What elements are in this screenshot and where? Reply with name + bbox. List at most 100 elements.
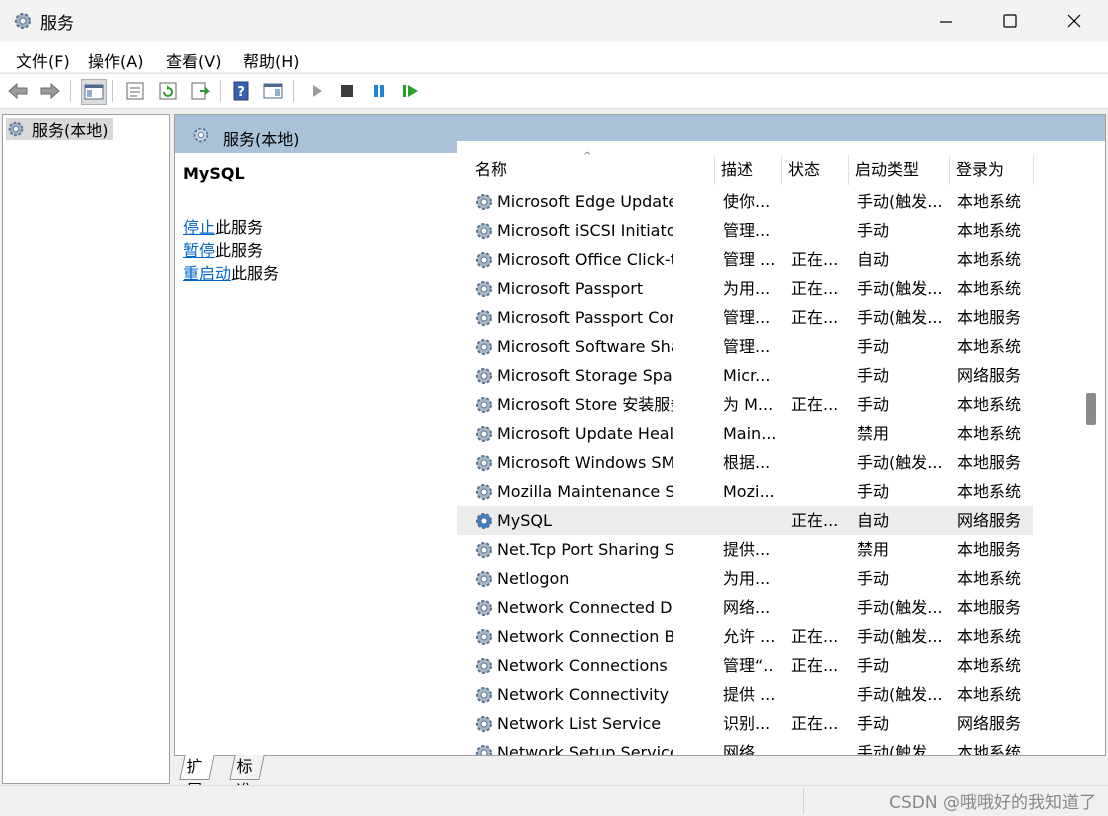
service-logon-cell: 本地服务 — [957, 598, 1022, 617]
service-startup-type-cell: 手动(触发... — [857, 308, 943, 327]
action-suffix: 此服务 — [231, 264, 280, 283]
table-row[interactable]: Netlogon 为用... 手动 本地系统 — [457, 564, 1033, 593]
action-suffix: 此服务 — [215, 218, 264, 237]
pause-icon — [374, 85, 384, 97]
export-list-icon — [191, 82, 210, 100]
tree-item-services-local[interactable]: 服务(本地) — [6, 118, 113, 140]
service-name-cell: Mozilla Maintenance Service — [497, 482, 673, 501]
column-header-description[interactable]: 描述 — [715, 155, 782, 185]
service-startup-type-cell: 自动 — [857, 250, 890, 269]
pause-service-link[interactable]: 暂停 — [183, 241, 215, 260]
service-gear-icon — [476, 194, 492, 210]
maximize-button[interactable] — [978, 0, 1042, 42]
show-hide-console-tree-button[interactable] — [81, 79, 107, 105]
service-startup-type-cell: 手动 — [857, 569, 890, 588]
table-row[interactable]: Network List Service 识别... 正在... 手动 网络服务 — [457, 709, 1033, 738]
toolbar-separator — [293, 80, 294, 102]
service-gear-icon — [476, 600, 492, 616]
service-name-cell: Network Connection Broker — [497, 627, 673, 646]
properties-button[interactable] — [123, 79, 147, 103]
service-name-cell: Microsoft Passport — [497, 279, 644, 298]
table-row[interactable]: Microsoft Edge Update Ser... 使你... 手动(触发..… — [457, 187, 1033, 216]
table-row[interactable]: MySQL 正在... 自动 网络服务 — [457, 506, 1033, 535]
column-header-name[interactable]: 名称 — [469, 155, 715, 185]
service-status-cell — [791, 187, 843, 216]
scrollbar-thumb[interactable] — [1086, 393, 1096, 425]
service-status-cell: 正在... — [791, 627, 839, 646]
table-row[interactable]: Network Connected Devic... 网络... 手动(触发... 本… — [457, 593, 1033, 622]
service-startup-type-cell: 手动(触发... — [857, 598, 943, 617]
close-button[interactable] — [1042, 0, 1106, 42]
show-hide-action-pane-button[interactable] — [261, 79, 285, 103]
column-header-log-on-as[interactable]: 登录为 — [950, 155, 1034, 185]
tab-extended[interactable]: 扩展 — [179, 755, 215, 800]
table-row[interactable]: Microsoft Office Click-to-R... 管理 ... 正在..… — [457, 245, 1033, 274]
pause-service-button[interactable] — [367, 79, 391, 103]
table-row[interactable]: Microsoft iSCSI Initiator Ser... 管理... 手动 本… — [457, 216, 1033, 245]
service-gear-icon — [476, 716, 492, 732]
service-gear-icon — [476, 629, 492, 645]
export-list-button[interactable] — [188, 79, 212, 103]
service-gear-icon — [476, 658, 492, 674]
service-name-cell: Network Setup Service — [497, 743, 673, 755]
service-name-cell: Microsoft Storage Spaces S... — [497, 366, 673, 385]
service-gear-icon — [476, 571, 492, 587]
service-startup-type-cell: 手动(触发... — [857, 685, 943, 704]
service-description-cell: 允许 ... — [723, 627, 775, 646]
service-startup-type-cell: 自动 — [857, 511, 890, 530]
service-description-cell: 提供... — [723, 540, 771, 559]
table-row[interactable]: Microsoft Passport 为用... 正在... 手动(触发... 本地系统 — [457, 274, 1033, 303]
service-status-cell — [791, 419, 843, 448]
service-status-cell — [791, 448, 843, 477]
menu-file[interactable]: 文件(F) — [16, 48, 70, 72]
tab-standard[interactable]: 标准 — [229, 755, 265, 800]
table-row[interactable]: Microsoft Passport Container 管理... 正在... 手动… — [457, 303, 1033, 332]
service-logon-cell: 本地系统 — [957, 424, 1022, 443]
table-row[interactable]: Microsoft Software Shado... 管理... 手动 本地系统 — [457, 332, 1033, 361]
restart-service-link[interactable]: 重启动 — [183, 264, 231, 283]
table-row[interactable]: Network Connections 管理“... 正在... 手动 本地系统 — [457, 651, 1033, 680]
menu-view[interactable]: 查看(V) — [166, 48, 221, 72]
table-row[interactable]: Microsoft Windows SMS 路... 根据... 手动(触发... 本… — [457, 448, 1033, 477]
service-status-cell: 正在... — [791, 714, 839, 733]
back-button[interactable] — [6, 79, 30, 103]
service-status-cell: 正在... — [791, 308, 839, 327]
main-pane-title: 服务(本地) — [223, 130, 300, 149]
action-suffix: 此服务 — [215, 241, 264, 260]
toolbar: ? — [0, 73, 1108, 109]
column-header-status[interactable]: 状态 — [782, 155, 849, 185]
vertical-scrollbar[interactable] — [1079, 153, 1099, 753]
table-row[interactable]: Microsoft Update Health S... Main... 禁用 本地系… — [457, 419, 1033, 448]
menu-help[interactable]: 帮助(H) — [243, 48, 300, 72]
help-button[interactable]: ? — [229, 79, 253, 103]
close-icon — [1067, 14, 1081, 28]
menu-action[interactable]: 操作(A) — [88, 48, 143, 72]
service-description-cell: 识别... — [723, 714, 771, 733]
table-row[interactable]: Network Setup Service 网络... 手动(触发... 本地系统 — [457, 738, 1033, 755]
back-arrow-icon — [8, 82, 28, 100]
refresh-button[interactable] — [156, 79, 180, 103]
service-description-cell: 管理“... — [723, 656, 775, 675]
table-row[interactable]: Net.Tcp Port Sharing Service 提供... 禁用 本地服务 — [457, 535, 1033, 564]
service-description-cell: Micr... — [723, 366, 771, 385]
table-row[interactable]: Network Connection Broker 允许 ... 正在... 手动(触… — [457, 622, 1033, 651]
restart-service-button[interactable] — [399, 79, 423, 103]
service-gear-icon — [476, 426, 492, 442]
service-logon-cell: 本地系统 — [957, 743, 1022, 755]
table-row[interactable]: Microsoft Storage Spaces S... Micr... 手动 网络… — [457, 361, 1033, 390]
stop-service-button[interactable] — [335, 79, 359, 103]
forward-button[interactable] — [38, 79, 62, 103]
minimize-button[interactable] — [914, 0, 978, 42]
service-gear-icon — [476, 310, 492, 326]
start-service-button[interactable] — [305, 79, 329, 103]
table-row[interactable]: Mozilla Maintenance Service Mozi... 手动 本地系统 — [457, 477, 1033, 506]
service-description-cell: 为用... — [723, 569, 771, 588]
column-header-startup-type[interactable]: 启动类型 — [849, 155, 950, 185]
table-row[interactable]: Microsoft Store 安装服务 为 M... 正在... 手动 本地系统 — [457, 390, 1033, 419]
service-description-cell: Main... — [723, 424, 775, 443]
stop-service-link[interactable]: 停止 — [183, 218, 215, 237]
service-description-cell: 管理... — [723, 308, 771, 327]
service-name-cell: Microsoft Windows SMS 路... — [497, 453, 673, 472]
service-description-cell: 提供 ... — [723, 685, 775, 704]
table-row[interactable]: Network Connectivity Assis... 提供 ... 手动(触发… — [457, 680, 1033, 709]
